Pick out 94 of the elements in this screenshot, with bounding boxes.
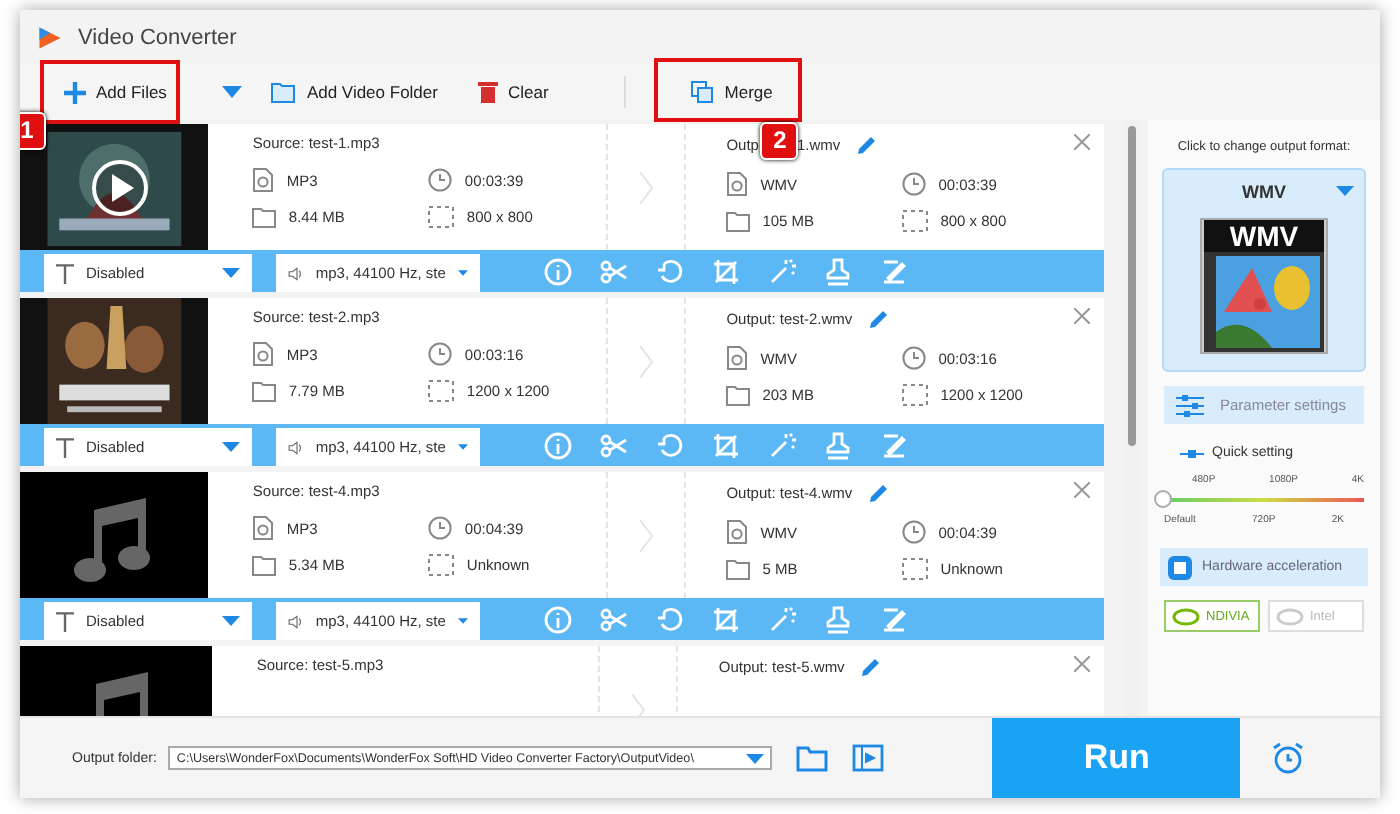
info-icon[interactable] — [544, 605, 572, 633]
add-video-folder-button[interactable]: Add Video Folder — [258, 73, 450, 111]
resolution-icon — [428, 206, 455, 228]
sliders-icon — [1176, 393, 1204, 417]
play-icon[interactable] — [90, 158, 150, 218]
crop-icon[interactable] — [712, 431, 740, 459]
step-badge: 1 — [20, 111, 46, 149]
slider-icon — [1180, 447, 1204, 459]
resolution-icon — [902, 558, 929, 580]
folder-icon — [252, 380, 277, 402]
merge-icon — [690, 80, 715, 104]
text-icon — [56, 611, 74, 631]
close-icon[interactable] — [1074, 656, 1091, 672]
ring-logo-icon — [1276, 607, 1304, 625]
scissors-icon[interactable] — [600, 257, 628, 285]
clock-icon — [902, 172, 927, 196]
crop-icon[interactable] — [712, 605, 740, 633]
resolution-icon — [902, 384, 929, 406]
folder-icon — [252, 206, 277, 228]
pencil-icon[interactable] — [868, 308, 891, 330]
close-icon[interactable] — [1074, 308, 1091, 324]
video-file-icon — [252, 168, 275, 192]
close-icon[interactable] — [1074, 134, 1091, 150]
caret-icon[interactable] — [222, 268, 240, 278]
folder-icon — [726, 558, 751, 580]
pencil-icon[interactable] — [856, 134, 879, 156]
add-files-button[interactable]: Add Files — [52, 73, 179, 111]
scissors-icon[interactable] — [600, 431, 628, 459]
resolution-icon — [428, 554, 455, 576]
caret-icon[interactable] — [222, 442, 240, 452]
caret-icon[interactable] — [1336, 186, 1354, 196]
folder-icon — [726, 384, 751, 406]
clock-icon — [902, 520, 927, 544]
magic-wand-icon[interactable] — [768, 431, 796, 459]
stamp-icon[interactable] — [824, 605, 852, 633]
video-file-icon — [252, 516, 275, 540]
plus-icon — [64, 81, 86, 103]
magic-wand-icon[interactable] — [768, 605, 796, 633]
pencil-icon[interactable] — [868, 482, 891, 504]
resolution-icon — [902, 210, 929, 232]
pencil-icon[interactable] — [860, 656, 883, 678]
clear-button[interactable]: Clear — [465, 72, 561, 112]
app-logo-icon — [36, 23, 64, 51]
clock-icon — [428, 168, 453, 192]
highlight-frame — [40, 59, 180, 123]
caret-icon[interactable] — [457, 616, 468, 626]
alarm-clock-icon[interactable] — [1272, 742, 1305, 774]
caret-icon[interactable] — [222, 86, 243, 98]
magic-wand-icon[interactable] — [768, 257, 796, 285]
caret-icon[interactable] — [746, 753, 765, 763]
caret-icon[interactable] — [222, 616, 240, 626]
scrollbar-thumb[interactable] — [1128, 126, 1137, 446]
speaker-icon — [288, 609, 304, 633]
video-file-icon — [252, 342, 275, 366]
stamp-icon[interactable] — [824, 257, 852, 285]
resolution-icon — [428, 380, 455, 402]
text-icon — [56, 437, 74, 457]
close-icon[interactable] — [1074, 482, 1091, 498]
folder-icon — [726, 210, 751, 232]
video-file-icon — [726, 172, 749, 196]
info-icon[interactable] — [544, 431, 572, 459]
wmv-format-icon: WMV — [1200, 218, 1328, 354]
crop-icon[interactable] — [712, 257, 740, 285]
merge-button[interactable]: Merge — [678, 72, 785, 112]
stamp-icon[interactable] — [824, 431, 852, 459]
clock-icon — [428, 342, 453, 366]
step-badge: 2 — [760, 121, 799, 159]
rotate-icon[interactable] — [656, 257, 684, 285]
caret-icon[interactable] — [457, 268, 468, 278]
trash-icon — [477, 80, 498, 104]
speaker-icon — [288, 261, 304, 285]
video-file-icon — [726, 346, 749, 370]
scissors-icon[interactable] — [600, 605, 628, 633]
clock-icon — [428, 516, 453, 540]
caret-icon[interactable] — [457, 442, 468, 452]
chip-icon — [1168, 555, 1192, 579]
video-file-icon — [726, 520, 749, 544]
format-name: WMV — [1242, 182, 1286, 202]
rotate-icon[interactable] — [656, 605, 684, 633]
output-format-selector[interactable]: WMV WMV — [1162, 168, 1366, 372]
edit-icon[interactable] — [880, 431, 908, 459]
text-icon — [56, 263, 74, 283]
folder-icon[interactable] — [796, 745, 829, 771]
folder-icon — [270, 81, 297, 103]
slider-thumb[interactable] — [1154, 490, 1172, 508]
window-title: Video Converter — [78, 25, 237, 49]
speaker-icon — [288, 435, 304, 459]
edit-icon[interactable] — [880, 257, 908, 285]
import-icon[interactable] — [852, 744, 885, 772]
folder-icon — [252, 554, 277, 576]
clock-icon — [902, 346, 927, 370]
info-icon[interactable] — [544, 257, 572, 285]
edit-icon[interactable] — [880, 605, 908, 633]
rotate-icon[interactable] — [656, 431, 684, 459]
